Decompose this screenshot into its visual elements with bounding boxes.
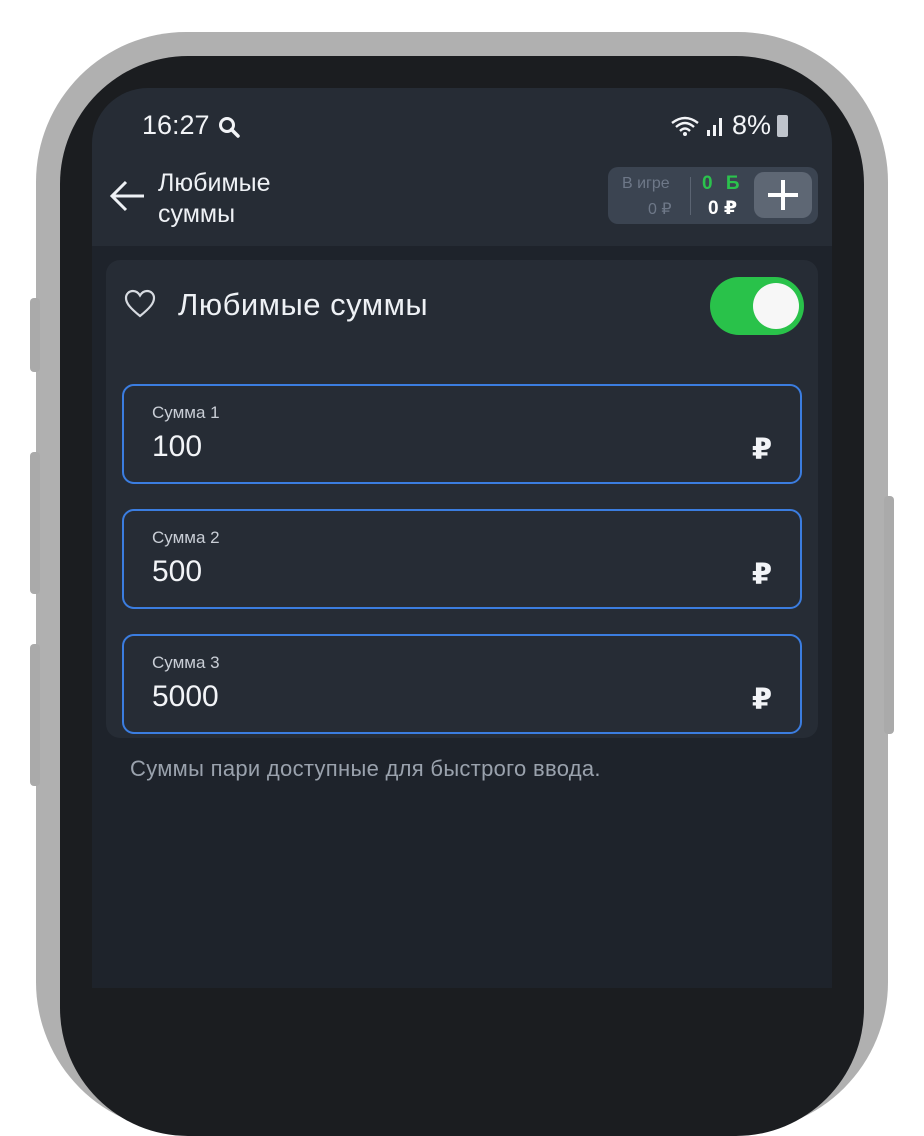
amount-field-3[interactable]: Сумма 3 ₽	[122, 634, 802, 734]
arrow-left-icon[interactable]	[108, 178, 148, 214]
battery-icon	[777, 114, 788, 137]
amount-input-2[interactable]	[152, 555, 712, 589]
balance-divider	[690, 177, 691, 215]
favorite-amounts-toggle[interactable]	[710, 277, 804, 335]
page-title: Любимые суммы	[158, 169, 271, 228]
in-game-amount: 0 ₽	[648, 201, 672, 218]
phone-side-button	[884, 496, 894, 734]
main-balance: 0 ₽	[708, 198, 738, 219]
amount-input-3[interactable]	[152, 680, 712, 714]
search-icon	[219, 117, 240, 138]
status-bar: 16:27 8%	[92, 88, 832, 160]
favorite-amounts-title: Любимые суммы	[178, 287, 429, 322]
bonus-amount: 0 Б	[702, 173, 744, 194]
status-time: 16:27	[142, 110, 210, 140]
favorite-amounts-card: Любимые суммы Сумма 1 ₽ Сумма 2 ₽ Сумма …	[106, 260, 818, 738]
amount-field-2[interactable]: Сумма 2 ₽	[122, 509, 802, 609]
status-right: 8%	[670, 110, 788, 141]
deposit-plus-button[interactable]	[754, 172, 812, 218]
ruble-icon: ₽	[751, 434, 772, 466]
amount-field-label: Сумма 3	[152, 653, 220, 672]
battery-percentage: 8%	[731, 110, 771, 140]
phone-screen: 16:27 8% Любимые суммы В игре 0 ₽ 0 Б 0 …	[92, 88, 832, 988]
amount-input-1[interactable]	[152, 430, 712, 464]
wifi-icon	[671, 116, 699, 136]
amount-field-label: Сумма 1	[152, 403, 220, 422]
phone-side-button	[30, 298, 40, 372]
in-game-label: В игре	[622, 175, 670, 192]
ruble-icon: ₽	[751, 559, 772, 591]
toggle-knob	[753, 283, 799, 329]
phone-side-button	[30, 644, 40, 786]
balance-widget[interactable]: В игре 0 ₽ 0 Б 0 ₽	[608, 167, 818, 224]
favorite-amounts-hint: Суммы пари доступные для быстрого ввода.	[130, 756, 601, 781]
amount-field-label: Сумма 2	[152, 528, 220, 547]
heart-icon	[124, 289, 156, 318]
amount-field-1[interactable]: Сумма 1 ₽	[122, 384, 802, 484]
signal-icon	[706, 117, 722, 136]
ruble-icon: ₽	[751, 684, 772, 716]
app-bar: Любимые суммы В игре 0 ₽ 0 Б 0 ₽	[92, 160, 832, 246]
phone-side-button	[30, 452, 40, 594]
